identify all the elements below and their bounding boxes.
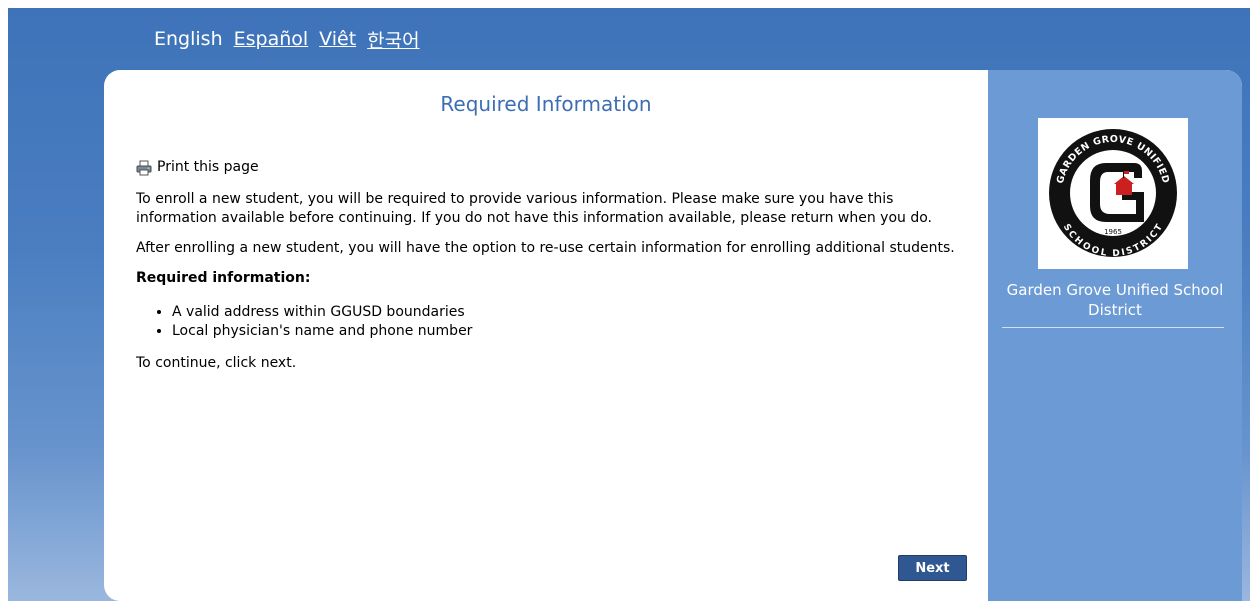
main-panel: Required Information Print this page To …: [104, 70, 1242, 601]
print-label[interactable]: Print this page: [157, 158, 259, 177]
requirements-list: A valid address within GGUSD boundaries …: [136, 303, 976, 341]
language-link-korean[interactable]: 한국어: [367, 26, 419, 53]
next-button[interactable]: Next: [898, 555, 967, 581]
language-bar: English Español Viêt 한국어: [154, 24, 420, 54]
list-item: Local physician's name and phone number: [172, 322, 976, 341]
logo-year: 1965: [1104, 228, 1122, 236]
language-english: English: [154, 28, 223, 50]
page-title: Required Information: [440, 92, 652, 116]
language-link-vietnamese[interactable]: Viêt: [319, 28, 356, 50]
district-logo: GARDEN GROVE UNIFIED SCHOOL DISTRICT 196…: [1038, 118, 1188, 269]
print-link[interactable]: Print this page: [136, 158, 976, 177]
reuse-paragraph: After enrolling a new student, you will …: [136, 240, 955, 256]
sidebar-divider: [1002, 327, 1224, 328]
sidebar: GARDEN GROVE UNIFIED SCHOOL DISTRICT 196…: [988, 70, 1242, 601]
printer-icon: [136, 160, 152, 176]
intro-paragraph: To enroll a new student, you will be req…: [136, 191, 932, 226]
list-item: A valid address within GGUSD boundaries: [172, 303, 976, 322]
language-link-espanol[interactable]: Español: [234, 28, 309, 50]
continue-text: To continue, click next.: [136, 355, 297, 371]
content-area: Print this page To enroll a new student,…: [136, 158, 976, 384]
district-name: Garden Grove Unified School District: [1006, 281, 1224, 319]
required-heading: Required information:: [136, 270, 311, 286]
